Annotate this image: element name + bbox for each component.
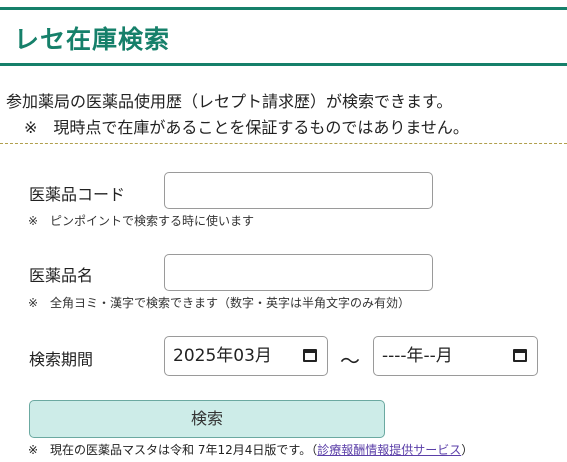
master-version-note: ※ 現在の医薬品マスタは令和 7年12月4日版です。（診療報酬情報提供サービス） (28, 441, 473, 458)
drug-code-input[interactable] (164, 172, 433, 209)
dotted-divider (0, 143, 567, 144)
header-bottom-rule (0, 63, 567, 66)
drug-code-hint: ※ ピンポイントで検索する時に使います (28, 214, 255, 228)
medical-fee-info-link[interactable]: 診療報酬情報提供サービス (317, 443, 461, 457)
master-version-text: ※ 現在の医薬品マスタは令和 7年12月4日版です。（ (28, 443, 318, 457)
period-from-month-input[interactable]: 2025年03月 (164, 336, 328, 376)
drug-code-label: 医薬品コード (29, 185, 126, 204)
calendar-icon[interactable] (303, 349, 317, 362)
drug-name-hint: ※ 全角ヨミ・漢字で検索できます（数字・英字は半角文字のみ有効） (28, 296, 411, 310)
page-title: レセ在庫検索 (14, 25, 171, 54)
calendar-icon[interactable] (513, 349, 527, 362)
period-separator: ～ (340, 349, 360, 373)
intro-note: ※ 現時点で在庫があることを保証するものではありません。 (24, 118, 469, 137)
master-version-close: ） (461, 443, 474, 457)
search-button[interactable]: 検索 (29, 400, 385, 438)
header-top-rule (0, 7, 567, 10)
period-label: 検索期間 (29, 350, 94, 369)
period-from-value: 2025年03月 (173, 346, 272, 366)
drug-name-label: 医薬品名 (29, 266, 94, 285)
intro-description: 参加薬局の医薬品使用歴（レセプト請求歴）が検索できます。 (6, 92, 453, 111)
drug-name-input[interactable] (164, 254, 433, 291)
period-to-value: ----年--月 (382, 346, 453, 366)
period-to-month-input[interactable]: ----年--月 (373, 336, 538, 376)
